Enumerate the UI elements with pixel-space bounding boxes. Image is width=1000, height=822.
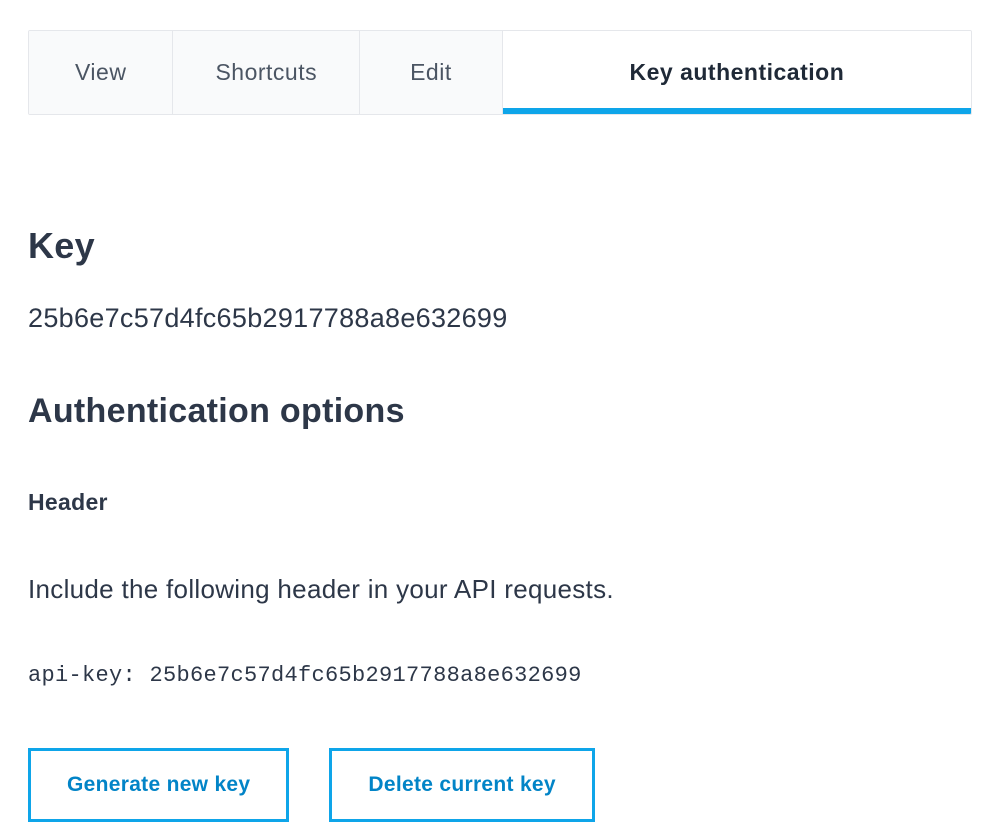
tab-edit[interactable]: Edit (360, 31, 503, 114)
tab-key-authentication[interactable]: Key authentication (503, 31, 971, 114)
header-subheading: Header (28, 489, 972, 516)
generate-new-key-button[interactable]: Generate new key (28, 748, 289, 822)
button-row: Generate new key Delete current key (28, 748, 972, 822)
api-key-header-code: api-key: 25b6e7c57d4fc65b2917788a8e63269… (28, 663, 972, 688)
tab-shortcuts[interactable]: Shortcuts (173, 31, 360, 114)
key-heading: Key (28, 225, 972, 267)
api-key-value: 25b6e7c57d4fc65b2917788a8e632699 (28, 303, 972, 334)
tab-content: Key 25b6e7c57d4fc65b2917788a8e632699 Aut… (28, 115, 972, 822)
tab-view[interactable]: View (29, 31, 173, 114)
delete-current-key-button[interactable]: Delete current key (329, 748, 595, 822)
header-instruction: Include the following header in your API… (28, 574, 972, 605)
tab-bar: View Shortcuts Edit Key authentication (28, 30, 972, 115)
auth-options-heading: Authentication options (28, 392, 972, 431)
